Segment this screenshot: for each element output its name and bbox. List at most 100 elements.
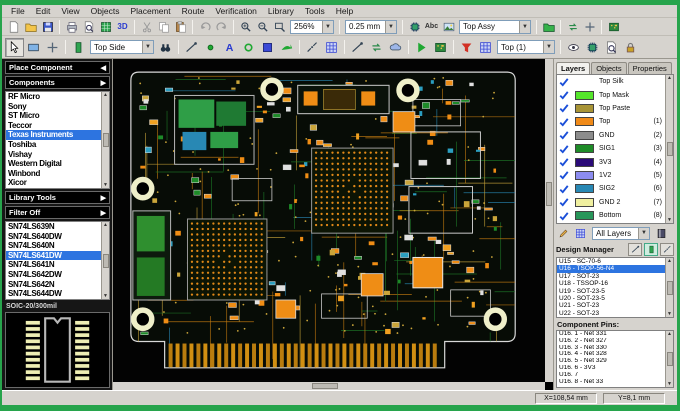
design-manager-list[interactable]: U15 - SC-70-6 U16 - TSOP-56-N4 U17 - SOT-2… [556,257,674,318]
paste-button[interactable] [172,19,189,35]
chevron-down-icon[interactable]: ▼ [385,20,396,33]
layer-filter-combo[interactable]: All Layers ▼ [592,226,650,240]
layer-color-swatch[interactable] [575,197,594,207]
open-file-button[interactable] [22,19,39,35]
layer-row[interactable]: 3V3 (4) [557,155,665,168]
part-item[interactable]: SN74LS641N [6,260,101,270]
menu-item[interactable]: Tools [300,6,330,16]
array-tool-button[interactable] [322,38,341,57]
part-item[interactable]: SN74LS644DW [6,289,101,299]
menu-item[interactable]: Route [177,6,210,16]
copper-pour-button[interactable] [386,38,405,57]
manufacturer-item[interactable]: Western Digital [6,159,101,169]
tab-layers[interactable]: Layers [556,62,591,74]
design-item[interactable]: U20 - SOT-23-5 [557,295,665,302]
layer-row[interactable]: Top Mask [557,88,665,101]
lock-button[interactable] [621,38,640,57]
layer-row[interactable]: SIG1 (3) [557,142,665,155]
undo-button[interactable] [196,19,213,35]
layer-stack-button[interactable] [476,38,495,57]
layer-row[interactable]: GND (2) [557,129,665,142]
manufacturer-item[interactable]: RF Micro [6,92,101,102]
layer-visible-checkmark-icon[interactable] [559,197,569,207]
pin-item[interactable]: U16. 6 - 3V3 [557,365,665,372]
pin-item[interactable]: U16. 7 [557,372,665,379]
layer-visible-checkmark-icon[interactable] [559,117,569,127]
expand-right-icon[interactable]: ▶ [101,79,106,87]
scroll-up-icon[interactable]: ▲ [667,258,672,264]
design-item[interactable]: U22 - SOT-23 [557,310,665,317]
board-setup-button[interactable] [431,38,450,57]
scrollbar-thumb[interactable] [666,280,673,295]
autoroute-button[interactable] [367,38,386,57]
layer-color-swatch[interactable] [575,144,594,154]
part-item[interactable]: SN74LS642DW [6,270,101,280]
find-button[interactable] [156,38,175,57]
menu-item[interactable]: File [6,6,30,16]
layer-color-swatch[interactable] [575,117,594,127]
board-side-combo[interactable]: Top Side ▼ [90,40,154,54]
collapse-left-icon[interactable]: ◀ [101,64,106,72]
chevron-down-icon[interactable]: ▼ [543,41,554,53]
layer-visible-checkmark-icon[interactable] [559,77,569,87]
scroll-down-icon[interactable]: ▼ [103,293,108,299]
expand-right-icon[interactable]: ▶ [101,194,106,202]
copy-button[interactable] [155,19,172,35]
pin-item[interactable]: U16. 1 - Net 331 [557,331,665,338]
update-button[interactable] [564,19,581,35]
zoom-in-button[interactable] [237,19,254,35]
menu-item[interactable]: Placement [125,6,175,16]
scrollbar-thumb[interactable] [666,142,673,156]
scroll-down-icon[interactable]: ▼ [103,182,108,188]
pcb-editor-canvas[interactable] [112,59,553,390]
save-button[interactable] [39,19,56,35]
layer-row[interactable]: GND 2 (7) [557,196,665,209]
import-board-button[interactable] [605,19,622,35]
layer-color-swatch[interactable] [575,184,594,194]
manufacturer-item[interactable]: Texas Instruments [6,130,101,140]
design-item[interactable]: U17 - SOT-23 [557,273,665,280]
layer-row[interactable]: Top Silk [557,75,665,88]
layer-list-scrollbar[interactable]: ▲ ▼ [665,75,673,223]
components-view-button[interactable] [644,243,658,256]
assembly-view-combo[interactable]: Top Assy ▼ [459,19,531,34]
library-tools-header[interactable]: Library Tools ▶ [5,191,110,204]
part-list-scrollbar[interactable]: ▲ ▼ [101,222,109,299]
grid-size-combo[interactable]: 0.25 mm ▼ [345,19,397,34]
layer-row[interactable]: Top Paste [557,102,665,115]
layer-visible-checkmark-icon[interactable] [559,184,569,194]
pan-tool-button[interactable] [24,38,43,57]
menu-item[interactable]: Edit [31,6,56,16]
place-text-button[interactable] [220,38,239,57]
place-arc-button[interactable] [277,38,296,57]
pin-item[interactable]: U16. 3 - Net 330 [557,345,665,352]
settings-button[interactable] [581,19,598,35]
menu-item[interactable]: Library [263,6,299,16]
chevron-down-icon[interactable]: ▼ [142,41,153,53]
manufacturer-item[interactable]: Sony [6,102,101,112]
manufacturer-list[interactable]: RF Micro Sony ST Micro Teccor Texas Instrume… [5,91,110,189]
manufacturer-item[interactable]: Winbond [6,169,101,179]
layer-color-swatch[interactable] [575,77,594,86]
layer-color-swatch[interactable] [575,157,594,167]
new-file-button[interactable] [5,19,22,35]
zoom-window-button[interactable] [271,19,288,35]
design-item[interactable]: U18 - TSSOP-16 [557,280,665,287]
expand-right-icon[interactable]: ▶ [101,209,106,217]
scroll-up-icon[interactable]: ▲ [667,75,672,81]
menu-item[interactable]: Objects [86,6,125,16]
component-info-button[interactable] [602,38,621,57]
text-mode-button[interactable]: Abc [423,19,440,35]
print-preview-button[interactable] [80,19,97,35]
components-header[interactable]: Components ▶ [5,76,110,89]
place-polygon-button[interactable] [258,38,277,57]
scrollbar-thumb[interactable] [546,181,552,206]
layer-visible-checkmark-icon[interactable] [559,90,569,100]
layer-color-swatch[interactable] [575,211,594,221]
scroll-down-icon[interactable]: ▼ [667,217,672,223]
pin-item[interactable]: U16. 4 - Net 328 [557,351,665,358]
redo-button[interactable] [213,19,230,35]
layer-row[interactable]: SIG2 (6) [557,182,665,195]
filter-header[interactable]: Filter Off ▶ [5,206,110,219]
export-sheet-button[interactable] [97,19,114,35]
